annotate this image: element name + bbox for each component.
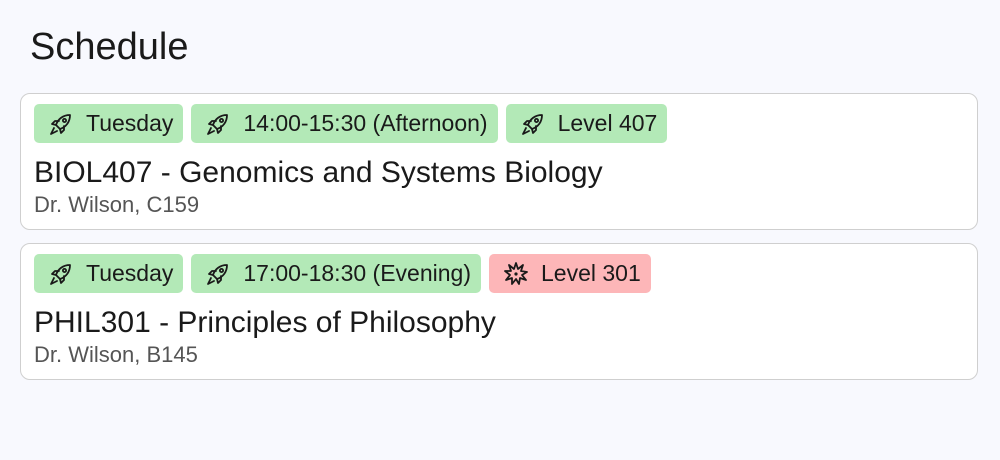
course-title: BIOL407 - Genomics and Systems Biology bbox=[34, 156, 603, 189]
tag-label: 17:00-18:30 (Evening) bbox=[243, 260, 471, 286]
course-instructor-room: Dr. Wilson, C159 bbox=[34, 192, 200, 217]
rocket-icon bbox=[520, 111, 546, 137]
rocket-icon bbox=[205, 261, 231, 287]
day-tag: Tuesday bbox=[34, 254, 184, 293]
page-title: Schedule bbox=[30, 26, 189, 68]
tag-label: Level 407 bbox=[557, 110, 658, 136]
course-instructor-room: Dr. Wilson, B145 bbox=[34, 342, 198, 367]
tag-label: Tuesday bbox=[86, 260, 174, 286]
course-card[interactable]: Tuesday 14:00-15:30 (Afternoon) Level 40… bbox=[20, 93, 978, 230]
course-card[interactable]: Tuesday 17:00-18:30 (Evening) Level 301 … bbox=[20, 243, 978, 380]
rocket-icon bbox=[48, 261, 74, 287]
tag-list: Tuesday 17:00-18:30 (Evening) Level 301 bbox=[34, 254, 651, 293]
level-tag: Level 407 bbox=[505, 104, 668, 143]
time-tag: 14:00-15:30 (Afternoon) bbox=[191, 104, 498, 143]
time-tag: 17:00-18:30 (Evening) bbox=[191, 254, 481, 293]
day-tag: Tuesday bbox=[34, 104, 184, 143]
rocket-icon bbox=[48, 111, 74, 137]
explosion-icon bbox=[503, 261, 529, 287]
level-tag: Level 301 bbox=[488, 254, 651, 293]
tag-label: Tuesday bbox=[86, 110, 174, 136]
tag-label: 14:00-15:30 (Afternoon) bbox=[243, 110, 488, 136]
tag-label: Level 301 bbox=[540, 260, 641, 286]
tag-list: Tuesday 14:00-15:30 (Afternoon) Level 40… bbox=[34, 104, 668, 143]
rocket-icon bbox=[205, 111, 231, 137]
course-title: PHIL301 - Principles of Philosophy bbox=[34, 306, 496, 339]
